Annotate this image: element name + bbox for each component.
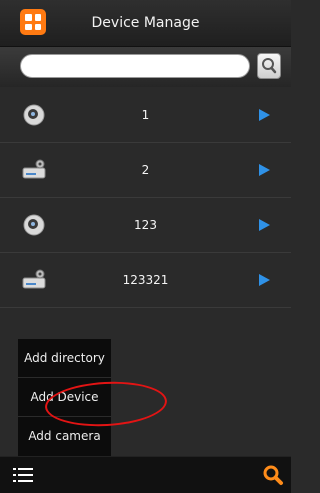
search-icon[interactable] xyxy=(262,464,284,486)
search-icon xyxy=(262,58,277,74)
device-row[interactable]: 2 xyxy=(0,143,291,198)
menu-item-add-directory[interactable]: Add directory xyxy=(18,339,111,377)
dvr-icon xyxy=(22,159,46,179)
search-input[interactable] xyxy=(20,54,250,78)
device-row[interactable]: 123 xyxy=(0,198,291,253)
camera-icon xyxy=(23,104,45,126)
play-arrow-icon[interactable] xyxy=(259,109,270,121)
camera-icon xyxy=(23,214,45,236)
list-menu-icon[interactable] xyxy=(13,467,33,483)
device-row[interactable]: 123321 xyxy=(0,253,291,308)
search-button[interactable] xyxy=(257,53,281,79)
page-title: Device Manage xyxy=(91,15,200,31)
device-list: 1 2 123 123321 xyxy=(0,88,291,308)
device-name: 123 xyxy=(134,218,157,232)
play-arrow-icon[interactable] xyxy=(259,164,270,176)
bottom-bar xyxy=(0,456,291,493)
dvr-icon xyxy=(22,269,46,289)
top-bar: Device Manage xyxy=(0,0,291,47)
device-row[interactable]: 1 xyxy=(0,88,291,143)
device-name: 1 xyxy=(141,108,150,122)
device-name: 123321 xyxy=(122,273,169,287)
play-arrow-icon[interactable] xyxy=(259,219,270,231)
device-name: 2 xyxy=(141,163,150,177)
play-arrow-icon[interactable] xyxy=(259,274,270,286)
search-bar xyxy=(0,47,291,87)
